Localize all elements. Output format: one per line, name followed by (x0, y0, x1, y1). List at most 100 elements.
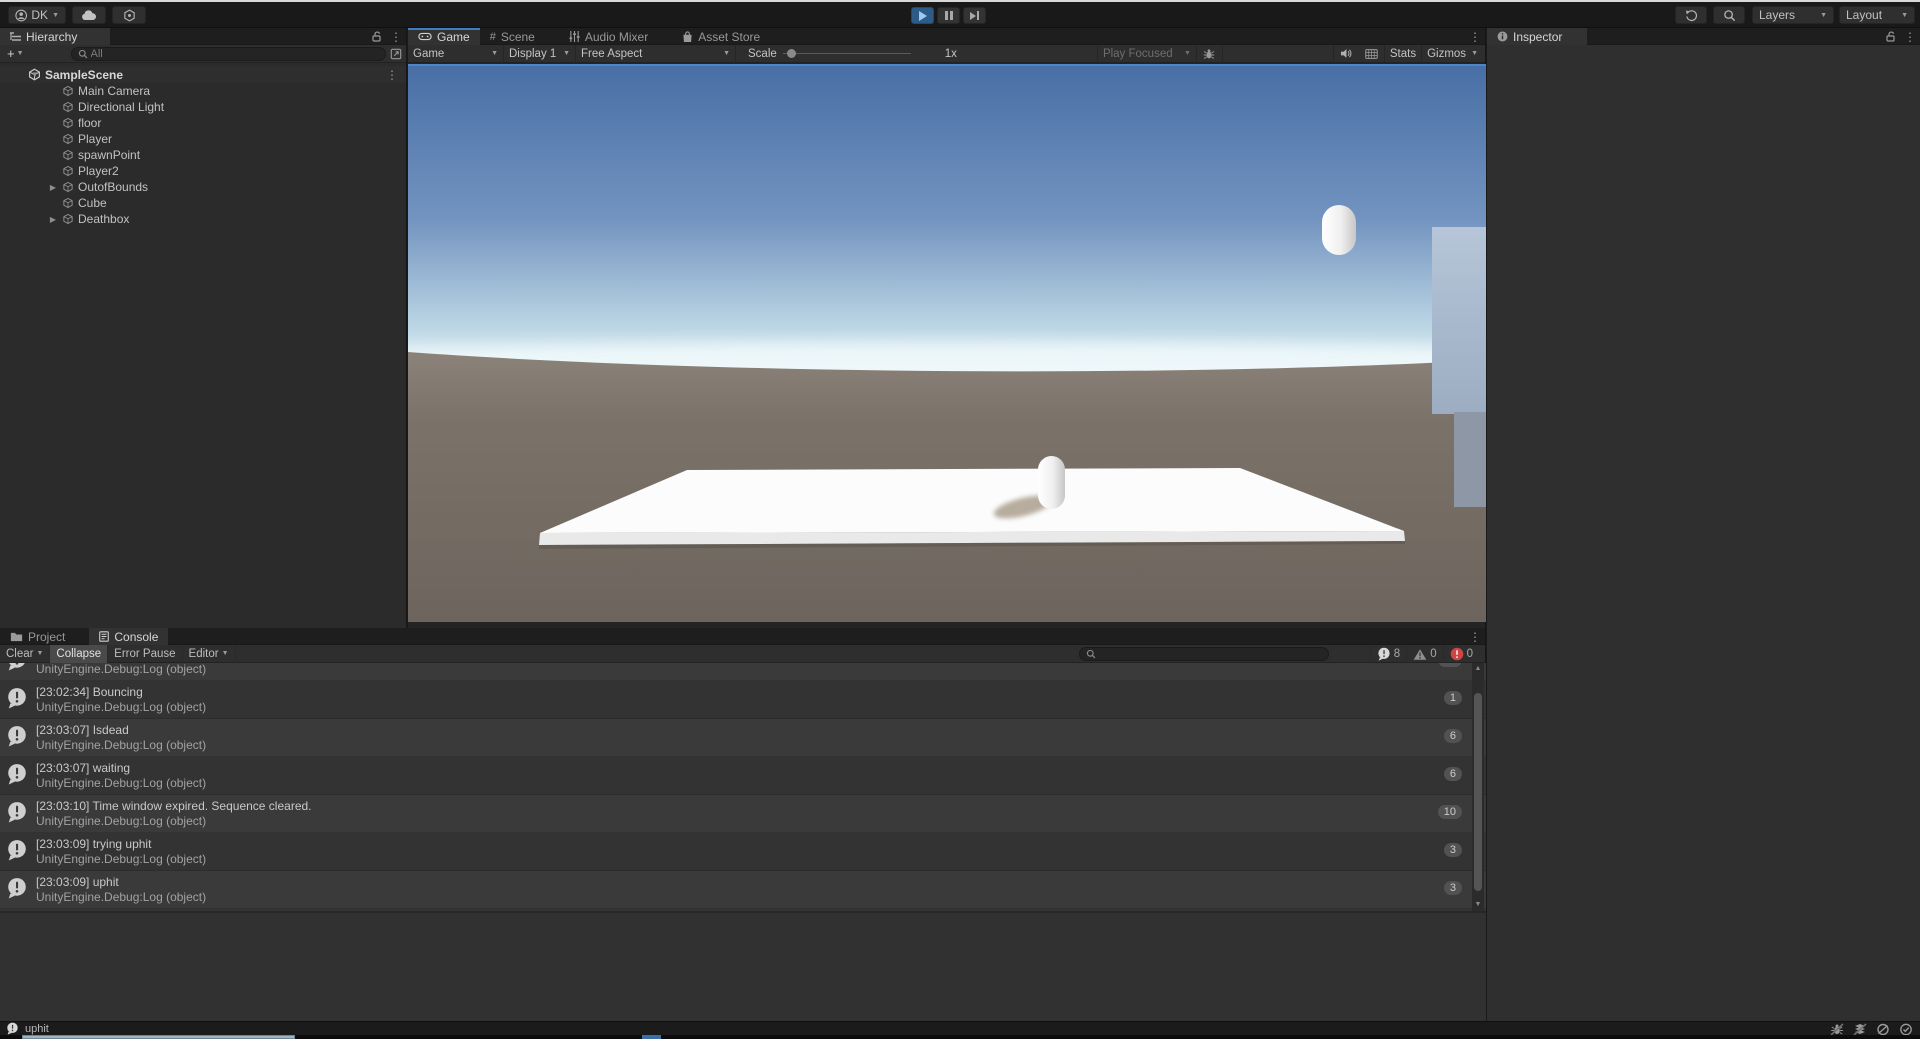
console-log-row[interactable]: [23:03:10] Time window expired. Sequence… (0, 795, 1486, 833)
hierarchy-item-label: Directional Light (78, 100, 165, 114)
hierarchy-item-label: spawnPoint (78, 148, 141, 162)
warning-count-toggle[interactable]: 0 (1406, 645, 1442, 663)
collapse-arrow-icon[interactable]: ▼ (30, 70, 40, 79)
scene-grid-icon: # (489, 30, 496, 43)
pause-button[interactable] (937, 7, 960, 24)
hierarchy-item[interactable]: floor (0, 115, 406, 131)
hierarchy-search-input[interactable] (90, 47, 379, 60)
plus-icon: + (7, 46, 15, 61)
hub-settings-button[interactable] (112, 6, 146, 24)
error-count-toggle[interactable]: 0 (1442, 645, 1479, 663)
log-count-toggle[interactable]: 8 (1369, 645, 1406, 663)
gameobject-cube-icon (63, 101, 73, 113)
scale-slider-knob[interactable] (786, 49, 796, 58)
log-collapse-count: 3 (1443, 881, 1462, 895)
collapse-toggle[interactable]: Collapse (50, 644, 109, 663)
kebab-menu-icon[interactable]: ⋮ (1904, 31, 1916, 43)
cache-server-disabled-icon[interactable] (1853, 1022, 1867, 1036)
game-mode-dropdown[interactable]: Game ▼ (408, 44, 504, 63)
console-log-row[interactable]: [23:03:07] Isdead UnityEngine.Debug:Log … (0, 719, 1486, 757)
lock-icon[interactable] (1886, 31, 1896, 42)
scrollbar-thumb[interactable] (1474, 693, 1482, 891)
undo-history-button[interactable] (1675, 6, 1707, 24)
global-search-button[interactable] (1713, 6, 1745, 24)
warning-triangle-icon (1413, 648, 1427, 660)
account-dropdown[interactable]: DK ▼ (8, 6, 66, 24)
stats-toggle[interactable]: Stats (1385, 44, 1423, 63)
console-log-row[interactable]: [23:03:09] uphit UnityEngine.Debug:Log (… (0, 871, 1486, 909)
log-bubble-icon (8, 802, 26, 823)
console-doc-icon (99, 631, 110, 642)
hierarchy-item[interactable]: ▶ Deathbox (0, 211, 406, 227)
scroll-up-icon[interactable]: ▲ (1472, 663, 1484, 675)
console-log-row[interactable]: [23:02:34] Bouncing UnityEngine.Debug:Lo… (0, 681, 1486, 719)
log-bubble-icon (8, 840, 26, 861)
scale-slider[interactable] (782, 49, 911, 58)
tab-console[interactable]: Console (89, 628, 169, 645)
gameobject-cube-icon (63, 165, 73, 177)
game-viewport[interactable] (408, 64, 1486, 622)
expand-arrow-icon[interactable]: ▶ (48, 215, 58, 224)
hierarchy-item[interactable]: Player (0, 131, 406, 147)
lock-icon[interactable] (372, 31, 382, 42)
console-log-row[interactable]: UnityEngine.Debug:Log (object) 12 (0, 663, 1486, 681)
kebab-menu-icon[interactable]: ⋮ (390, 31, 402, 43)
play-button[interactable] (911, 7, 934, 24)
aspect-ratio-dropdown[interactable]: Free Aspect ▼ (576, 44, 736, 63)
debug-bug-button[interactable] (1197, 44, 1223, 63)
mute-audio-button[interactable] (1332, 44, 1359, 63)
status-bar[interactable]: uphit (0, 1021, 1920, 1036)
collab-disabled-icon[interactable] (1876, 1023, 1890, 1036)
progress-check-icon[interactable] (1899, 1023, 1913, 1036)
gizmos-dropdown[interactable]: Gizmos ▼ (1422, 45, 1483, 63)
kebab-menu-icon[interactable]: ⋮ (1469, 631, 1481, 643)
cloud-button[interactable] (72, 6, 106, 24)
console-search-input[interactable] (1099, 648, 1322, 660)
scroll-down-icon[interactable]: ▼ (1472, 899, 1484, 911)
scene-picker-icon[interactable] (390, 48, 402, 60)
error-pause-toggle[interactable]: Error Pause (108, 644, 183, 663)
play-focused-dropdown[interactable]: Play Focused ▼ (1096, 44, 1197, 63)
tab-project[interactable]: Project (0, 628, 75, 645)
tab-game-label: Game (437, 29, 470, 44)
console-scrollbar[interactable]: ▲ ▼ (1472, 663, 1484, 911)
layers-dropdown[interactable]: Layers ▼ (1752, 6, 1834, 24)
log-message: [23:03:10] Time window expired. Sequence… (36, 799, 312, 813)
hierarchy-item[interactable]: Cube (0, 195, 406, 211)
log-message: [23:03:09] trying uphit (36, 837, 152, 851)
tab-scene[interactable]: # Scene (480, 28, 545, 45)
clear-button[interactable]: Clear ▼ (0, 644, 51, 663)
tab-game[interactable]: Game (408, 28, 480, 45)
debugger-disabled-icon[interactable] (1830, 1022, 1844, 1036)
error-circle-icon (1450, 647, 1463, 661)
chevron-down-icon: ▼ (563, 50, 570, 57)
kebab-menu-icon[interactable]: ⋮ (386, 69, 398, 81)
hierarchy-tree: ▼ SampleScene ⋮ Main Camera Directional … (0, 63, 406, 227)
hierarchy-item[interactable]: Main Camera (0, 83, 406, 99)
hierarchy-item-label: Player2 (78, 164, 119, 178)
tab-inspector[interactable]: Inspector (1487, 28, 1587, 45)
hierarchy-scene-row[interactable]: ▼ SampleScene ⋮ (0, 66, 406, 83)
console-log-row[interactable]: [23:03:09] trying uphit UnityEngine.Debu… (0, 833, 1486, 871)
hierarchy-item[interactable]: Player2 (0, 163, 406, 179)
console-log-row[interactable]: [23:03:07] waiting UnityEngine.Debug:Log… (0, 757, 1486, 795)
create-object-button[interactable]: + ▼ (4, 46, 27, 62)
tab-audio-mixer[interactable]: Audio Mixer (559, 28, 658, 45)
display-dropdown[interactable]: Display 1 ▼ (504, 44, 576, 63)
grid-icon (1365, 48, 1378, 59)
layout-dropdown[interactable]: Layout ▼ (1839, 6, 1915, 24)
tab-asset-store[interactable]: Asset Store (672, 28, 770, 45)
hierarchy-item[interactable]: spawnPoint (0, 147, 406, 163)
tab-hierarchy[interactable]: Hierarchy (0, 28, 110, 45)
hierarchy-item-label: Deathbox (78, 212, 130, 226)
vsync-button[interactable] (1359, 44, 1385, 63)
hierarchy-item[interactable]: Directional Light (0, 99, 406, 115)
step-button[interactable] (963, 7, 986, 24)
editor-dropdown[interactable]: Editor ▼ (183, 644, 236, 663)
console-toolbar: Clear ▼ Collapse Error Pause Editor ▼ 8 … (0, 644, 1485, 663)
info-icon (1497, 31, 1508, 42)
log-bubble-icon (7, 1022, 18, 1035)
hierarchy-item[interactable]: ▶ OutofBounds (0, 179, 406, 195)
kebab-menu-icon[interactable]: ⋮ (1469, 31, 1481, 43)
expand-arrow-icon[interactable]: ▶ (48, 183, 58, 192)
